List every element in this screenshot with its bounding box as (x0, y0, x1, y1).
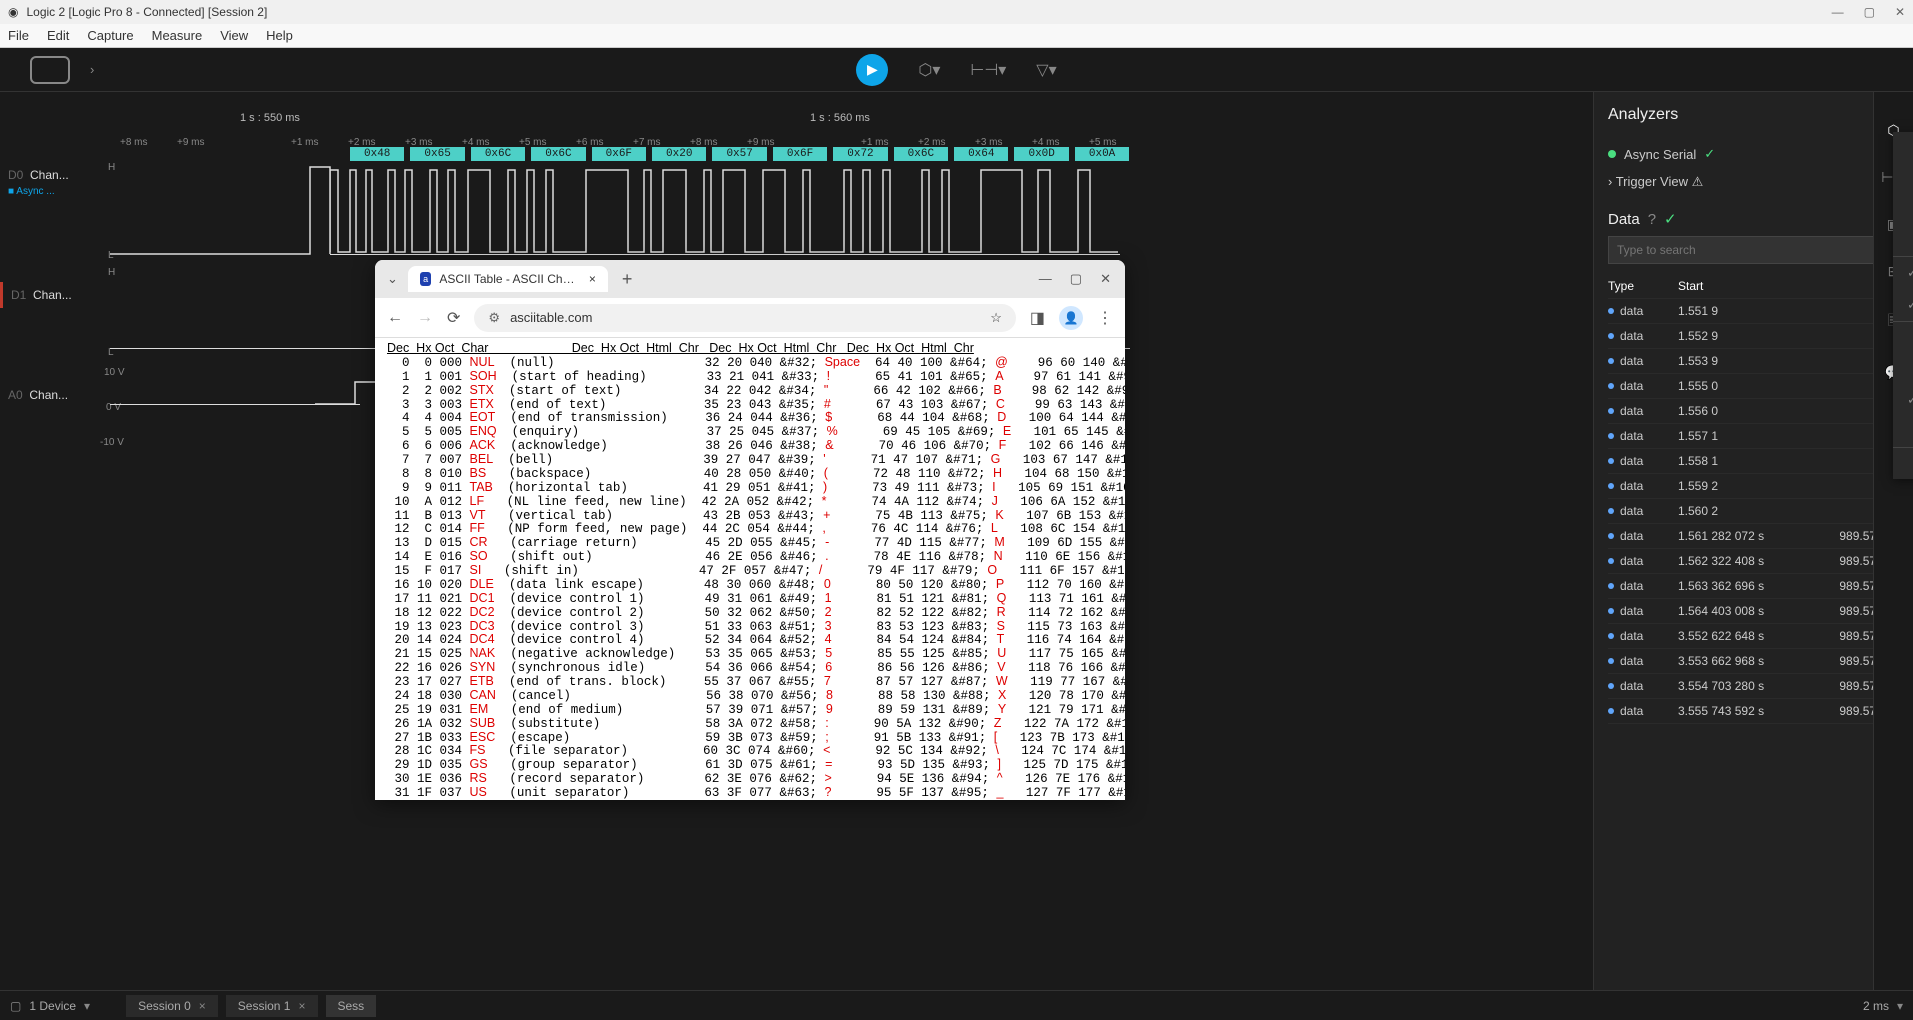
analyzer-item[interactable]: Async Serial✓⋮ (1608, 140, 1899, 168)
channel-a0[interactable]: A0 Chan... (0, 382, 105, 408)
device-count[interactable]: 1 Device (29, 999, 76, 1013)
menu-edit[interactable]: Edit (47, 28, 69, 43)
menu-view[interactable]: View (220, 28, 248, 43)
url-bar[interactable]: ⚙asciitable.com☆ (474, 304, 1015, 332)
check-icon: ✓ (1704, 146, 1715, 162)
profile-icon[interactable]: 👤 (1059, 306, 1083, 330)
trigger-view[interactable]: › Trigger View ⚠ (1608, 168, 1899, 196)
app-icon: ◉ (8, 5, 18, 19)
session-tab[interactable]: Session 0× (126, 995, 218, 1017)
table-row[interactable]: data3.552 622 648 s989.576 µs (1608, 624, 1899, 649)
browser-tab[interactable]: a ASCII Table - ASCII Character C × (408, 266, 608, 292)
time-marker: 1 s : 550 ms (240, 112, 300, 124)
device-icon[interactable]: › (30, 56, 94, 84)
table-row[interactable]: data1.551 9 (1608, 299, 1899, 324)
table-row[interactable]: data1.555 0 (1608, 374, 1899, 399)
table-row[interactable]: data1.562 322 408 s989.576 µs (1608, 549, 1899, 574)
menu-item[interactable]: Edit... (1893, 132, 1913, 163)
session-tab[interactable]: Session 1× (226, 995, 318, 1017)
menu-item[interactable]: Select Color (1893, 163, 1913, 194)
tab-dropdown-icon[interactable]: ⌄ (381, 271, 404, 287)
hex-tool-icon[interactable]: ⬡▾ (918, 60, 940, 80)
menu-item[interactable]: Decimal (1893, 353, 1913, 384)
channel-d1[interactable]: D1 Chan... (0, 282, 105, 308)
titlebar: ◉ Logic 2 [Logic Pro 8 - Connected] [Ses… (0, 0, 1913, 24)
table-row[interactable]: data3.554 703 280 s989.576 µs (1608, 674, 1899, 699)
check-icon: ✓ (1664, 210, 1677, 228)
toolbar: › ▶ ⬡▾ ⊢⊣▾ ▽▾ (0, 48, 1913, 92)
menu-item[interactable]: Ascii (1893, 416, 1913, 447)
signal-pulses (330, 167, 1120, 255)
menu-measure[interactable]: Measure (152, 28, 203, 43)
device-icon: ▢ (10, 999, 21, 1013)
menu-item[interactable]: ✓Stream to Terminal (1893, 257, 1913, 289)
table-row[interactable]: data3.555 743 592 s989.576 µs (1608, 699, 1899, 724)
close-icon[interactable]: ✕ (1895, 5, 1905, 19)
time-ruler: 1 s : 550 ms 1 s : 560 ms +8 ms +9 ms +1… (110, 112, 1593, 152)
browser-window[interactable]: ⌄ a ASCII Table - ASCII Character C × + … (375, 260, 1125, 800)
table-row[interactable]: data1.553 9 (1608, 349, 1899, 374)
table-row[interactable]: data1.556 0 (1608, 399, 1899, 424)
table-row[interactable]: data1.557 1 (1608, 424, 1899, 449)
decoded-bytes: 0x480x65 0x6C0x6C 0x6F0x20 0x570x6F 0x72… (350, 147, 1129, 161)
statusbar: ▢ 1 Device▾ Session 0× Session 1× Sess 2… (0, 990, 1913, 1020)
reload-icon[interactable]: ⟳ (447, 308, 460, 328)
analyzers-title: Analyzers (1608, 106, 1678, 124)
window-title: Logic 2 [Logic Pro 8 - Connected] [Sessi… (26, 5, 267, 19)
menu-item[interactable]: ✓Show in Data Table (1893, 289, 1913, 321)
table-row[interactable]: data1.564 403 008 s989.576 µs (1608, 599, 1899, 624)
close-icon[interactable]: ✕ (1100, 271, 1111, 287)
time-marker: 1 s : 560 ms (810, 112, 870, 124)
panel-icon[interactable]: ◨ (1030, 308, 1045, 328)
menu-item[interactable]: Export to TXT/CSV (1893, 448, 1913, 479)
menu-icon[interactable]: ⋮ (1097, 308, 1113, 328)
table-row[interactable]: data1.552 9 (1608, 324, 1899, 349)
data-table: TypeStart data1.551 9data1.552 9data1.55… (1608, 274, 1899, 724)
zoom-level[interactable]: 2 ms (1863, 999, 1889, 1013)
table-row[interactable]: data1.560 2 (1608, 499, 1899, 524)
maximize-icon[interactable]: ▢ (1864, 5, 1875, 19)
table-row[interactable]: data1.563 362 696 s989.576 µs (1608, 574, 1899, 599)
help-icon[interactable]: ? (1648, 211, 1656, 228)
measure-tool-icon[interactable]: ⊢⊣▾ (970, 60, 1006, 80)
maximize-icon[interactable]: ▢ (1070, 271, 1082, 287)
menu-item[interactable]: Delete (1893, 225, 1913, 256)
data-title: Data (1608, 211, 1640, 228)
table-row[interactable]: data1.558 1 (1608, 449, 1899, 474)
table-row[interactable]: data1.561 282 072 s989.576 µs (1608, 524, 1899, 549)
menu-item[interactable]: Restart (1893, 194, 1913, 225)
minimize-icon[interactable]: — (1832, 5, 1844, 19)
session-tab[interactable]: Sess (326, 995, 377, 1017)
context-menu: Edit...Select ColorRestartDelete✓Stream … (1893, 132, 1913, 479)
ascii-table-content: Dec Hx Oct Char Dec Hx Oct Html Chr Dec … (375, 338, 1125, 800)
favicon-icon: a (420, 272, 431, 286)
status-dot-icon (1608, 150, 1616, 158)
menu-file[interactable]: File (8, 28, 29, 43)
menu-capture[interactable]: Capture (87, 28, 133, 43)
channel-d0[interactable]: D0 Chan... ■ Async ... (0, 162, 105, 203)
back-icon[interactable]: ← (387, 309, 403, 327)
menu-item[interactable]: ✓Hexadecimal (1893, 384, 1913, 416)
menubar: File Edit Capture Measure View Help (0, 24, 1913, 48)
close-tab-icon[interactable]: × (589, 272, 596, 286)
menu-help[interactable]: Help (266, 28, 293, 43)
analyzers-panel: Analyzers+ Async Serial✓⋮ › Trigger View… (1593, 92, 1913, 990)
table-row[interactable]: data3.553 662 968 s989.576 µs (1608, 649, 1899, 674)
new-tab-icon[interactable]: + (612, 269, 643, 290)
minimize-icon[interactable]: — (1039, 271, 1052, 287)
marker-tool-icon[interactable]: ▽▾ (1036, 60, 1056, 80)
menu-item[interactable]: Binary (1893, 322, 1913, 353)
play-button[interactable]: ▶ (856, 54, 888, 86)
search-input[interactable] (1608, 236, 1899, 264)
table-row[interactable]: data1.559 2 (1608, 474, 1899, 499)
forward-icon[interactable]: → (417, 309, 433, 327)
